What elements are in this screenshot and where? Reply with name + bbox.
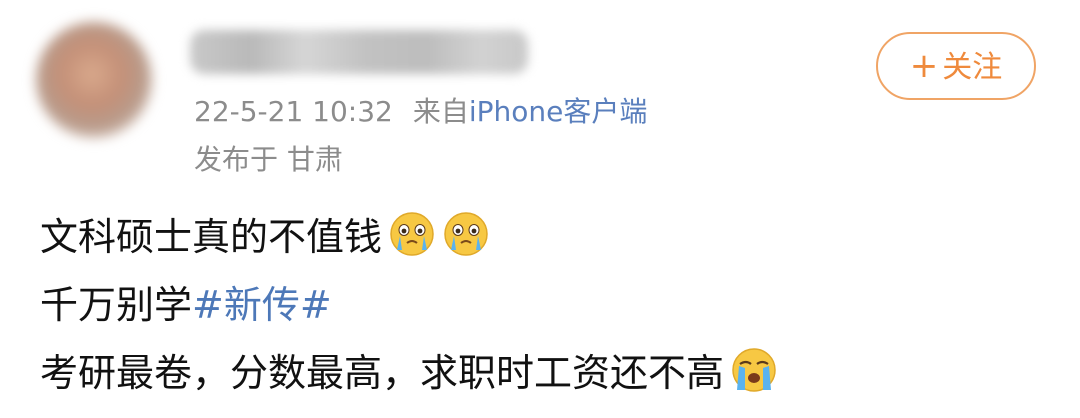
post-text: 千万别学: [40, 283, 193, 327]
follow-button[interactable]: + 关注: [876, 32, 1036, 100]
loudly-crying-face-icon: [732, 348, 776, 392]
post-text-line-2: 千万别学#新传#: [40, 280, 332, 330]
post-text: 考研最卷，分数最高，求职时工资还不高: [40, 351, 725, 395]
follow-label: 关注: [942, 50, 1003, 85]
crying-face-icon: [390, 212, 434, 256]
post-location: 发布于 甘肃: [194, 143, 343, 176]
post-meta: 22-5-21 10:32 来自iPhone客户端: [194, 94, 647, 130]
post-text: 文科硕士真的不值钱: [40, 215, 383, 259]
post-text-line-3: 考研最卷，分数最高，求职时工资还不高: [40, 346, 778, 398]
post-text-line-1: 文科硕士真的不值钱: [40, 210, 490, 262]
post-timestamp: 22-5-21 10:32: [194, 95, 393, 128]
crying-face-icon: [444, 212, 488, 256]
avatar[interactable]: [36, 22, 152, 138]
weibo-post-card: ████████ +关注 22-5-21 10:32 来自iPhone客户端 发布…: [0, 0, 1080, 418]
source-client-link[interactable]: iPhone客户端: [469, 95, 648, 128]
username[interactable]: ████████: [190, 30, 528, 74]
source-prefix: 来自: [412, 95, 469, 128]
plus-icon: +: [909, 46, 939, 86]
hashtag-link[interactable]: #新传#: [192, 283, 332, 327]
